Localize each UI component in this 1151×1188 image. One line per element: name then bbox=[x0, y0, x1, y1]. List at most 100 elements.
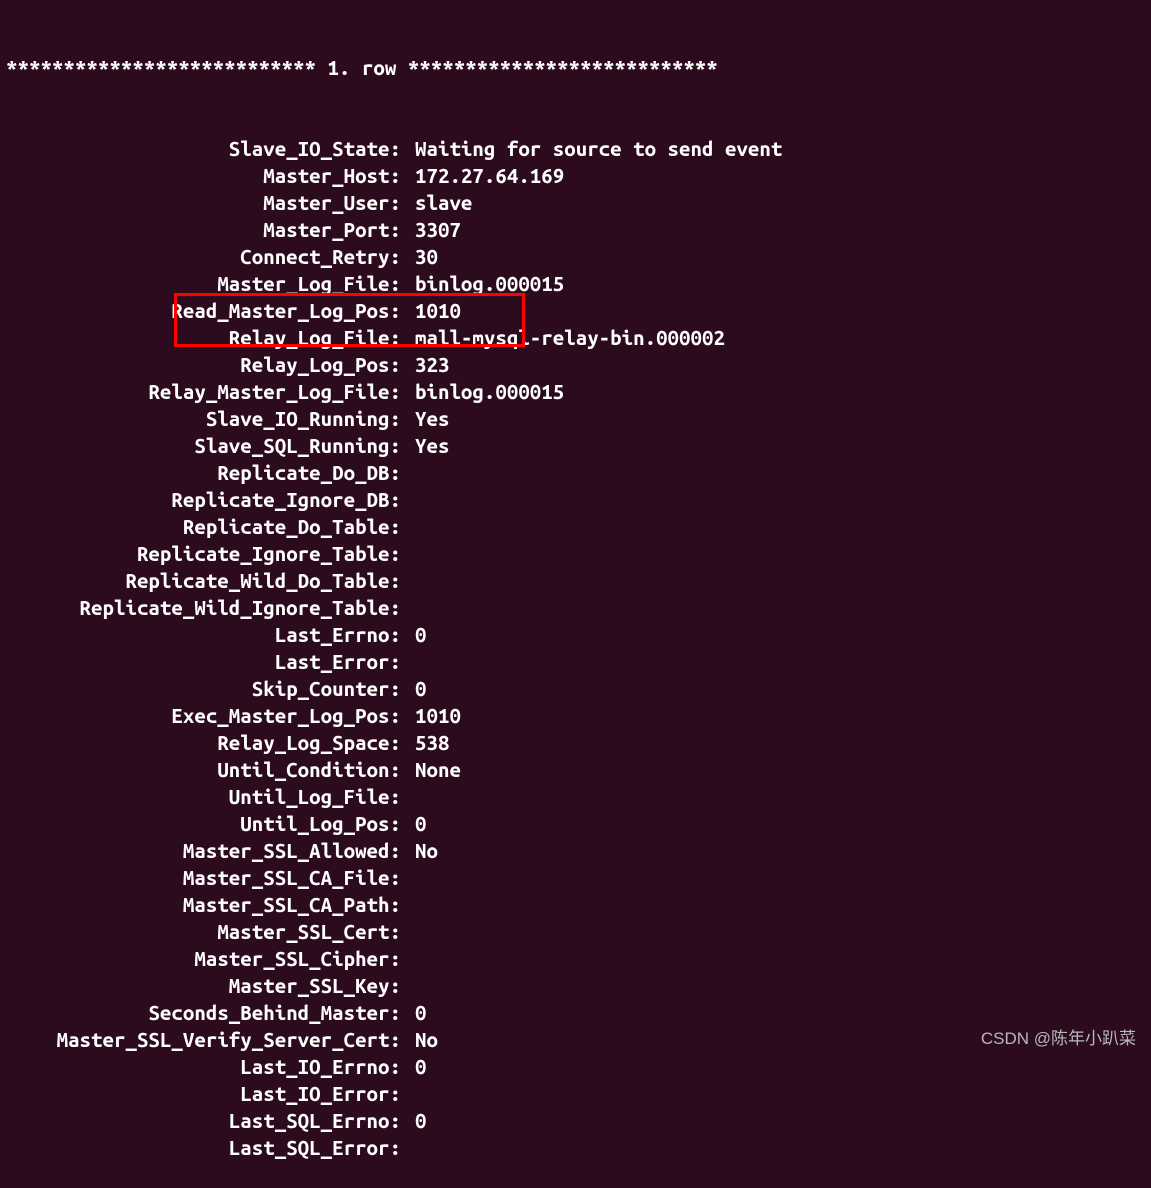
status-label: Replicate_Ignore_DB: bbox=[6, 486, 401, 513]
status-row: Relay_Log_Space:538 bbox=[6, 729, 1145, 756]
status-row: Master_SSL_Allowed:No bbox=[6, 837, 1145, 864]
status-row: Until_Condition:None bbox=[6, 756, 1145, 783]
status-label: Master_SSL_Allowed: bbox=[6, 837, 401, 864]
status-row: Exec_Master_Log_Pos:1010 bbox=[6, 702, 1145, 729]
status-label: Seconds_Behind_Master: bbox=[6, 999, 401, 1026]
status-row: Relay_Log_File:mall-mysql-relay-bin.0000… bbox=[6, 324, 1145, 351]
status-value: 0 bbox=[401, 999, 426, 1026]
status-label: Until_Condition: bbox=[6, 756, 401, 783]
status-row: Master_User:slave bbox=[6, 189, 1145, 216]
status-value: slave bbox=[401, 189, 472, 216]
status-label: Master_SSL_Cert: bbox=[6, 918, 401, 945]
status-label: Until_Log_Pos: bbox=[6, 810, 401, 837]
status-row: Master_SSL_CA_Path: bbox=[6, 891, 1145, 918]
status-label: Last_Error: bbox=[6, 648, 401, 675]
status-label: Connect_Retry: bbox=[6, 243, 401, 270]
status-label: Read_Master_Log_Pos: bbox=[6, 297, 401, 324]
status-label: Slave_IO_Running: bbox=[6, 405, 401, 432]
status-value: 1010 bbox=[401, 702, 461, 729]
status-value: Yes bbox=[401, 405, 449, 432]
status-value: mall-mysql-relay-bin.000002 bbox=[401, 324, 725, 351]
status-value: 323 bbox=[401, 351, 449, 378]
status-row: Last_Error: bbox=[6, 648, 1145, 675]
status-row: Until_Log_File: bbox=[6, 783, 1145, 810]
status-value: 0 bbox=[401, 1107, 426, 1134]
status-label: Master_SSL_Cipher: bbox=[6, 945, 401, 972]
status-label: Slave_IO_State: bbox=[6, 135, 401, 162]
status-row: Last_Errno:0 bbox=[6, 621, 1145, 648]
status-row: Replicate_Do_DB: bbox=[6, 459, 1145, 486]
status-label: Last_SQL_Errno: bbox=[6, 1107, 401, 1134]
status-label: Last_IO_Error: bbox=[6, 1080, 401, 1107]
status-rows: Slave_IO_State:Waiting for source to sen… bbox=[6, 135, 1145, 1161]
status-row: Last_SQL_Error: bbox=[6, 1134, 1145, 1161]
status-value: No bbox=[401, 837, 438, 864]
status-label: Slave_SQL_Running: bbox=[6, 432, 401, 459]
status-value: 538 bbox=[401, 729, 449, 756]
status-value: 0 bbox=[401, 621, 426, 648]
status-label: Master_SSL_Key: bbox=[6, 972, 401, 999]
status-row: Master_SSL_CA_File: bbox=[6, 864, 1145, 891]
status-label: Relay_Log_Pos: bbox=[6, 351, 401, 378]
status-label: Relay_Log_Space: bbox=[6, 729, 401, 756]
status-row: Seconds_Behind_Master:0 bbox=[6, 999, 1145, 1026]
status-value: No bbox=[401, 1026, 438, 1053]
status-value: 30 bbox=[401, 243, 438, 270]
status-row: Slave_IO_Running:Yes bbox=[6, 405, 1145, 432]
status-value: 1010 bbox=[401, 297, 461, 324]
row-header: *************************** 1. row *****… bbox=[6, 54, 1145, 81]
status-row: Master_Log_File:binlog.000015 bbox=[6, 270, 1145, 297]
status-label: Relay_Master_Log_File: bbox=[6, 378, 401, 405]
status-row: Slave_SQL_Running:Yes bbox=[6, 432, 1145, 459]
status-label: Master_SSL_CA_Path: bbox=[6, 891, 401, 918]
status-label: Master_Port: bbox=[6, 216, 401, 243]
status-label: Exec_Master_Log_Pos: bbox=[6, 702, 401, 729]
status-row: Until_Log_Pos:0 bbox=[6, 810, 1145, 837]
status-label: Replicate_Ignore_Table: bbox=[6, 540, 401, 567]
status-row: Relay_Log_Pos:323 bbox=[6, 351, 1145, 378]
status-label: Replicate_Do_DB: bbox=[6, 459, 401, 486]
status-value: None bbox=[401, 756, 461, 783]
status-label: Last_Errno: bbox=[6, 621, 401, 648]
status-label: Master_SSL_Verify_Server_Cert: bbox=[6, 1026, 401, 1053]
status-value: Yes bbox=[401, 432, 449, 459]
status-label: Skip_Counter: bbox=[6, 675, 401, 702]
status-row: Master_SSL_Cert: bbox=[6, 918, 1145, 945]
status-label: Master_User: bbox=[6, 189, 401, 216]
status-row: Read_Master_Log_Pos:1010 bbox=[6, 297, 1145, 324]
status-value: 0 bbox=[401, 675, 426, 702]
status-row: Master_SSL_Cipher: bbox=[6, 945, 1145, 972]
status-value: 0 bbox=[401, 810, 426, 837]
status-label: Relay_Log_File: bbox=[6, 324, 401, 351]
status-row: Master_Port:3307 bbox=[6, 216, 1145, 243]
status-label: Replicate_Wild_Do_Table: bbox=[6, 567, 401, 594]
status-label: Last_IO_Errno: bbox=[6, 1053, 401, 1080]
status-label: Replicate_Do_Table: bbox=[6, 513, 401, 540]
status-value: 0 bbox=[401, 1053, 426, 1080]
status-row: Skip_Counter:0 bbox=[6, 675, 1145, 702]
status-row: Last_IO_Errno:0 bbox=[6, 1053, 1145, 1080]
status-label: Last_SQL_Error: bbox=[6, 1134, 401, 1161]
status-value: 172.27.64.169 bbox=[401, 162, 564, 189]
status-row: Replicate_Ignore_DB: bbox=[6, 486, 1145, 513]
status-row: Relay_Master_Log_File:binlog.000015 bbox=[6, 378, 1145, 405]
watermark: CSDN @陈年小趴菜 bbox=[981, 1025, 1136, 1052]
status-row: Connect_Retry:30 bbox=[6, 243, 1145, 270]
status-row: Master_Host:172.27.64.169 bbox=[6, 162, 1145, 189]
status-label: Master_SSL_CA_File: bbox=[6, 864, 401, 891]
status-row: Replicate_Wild_Do_Table: bbox=[6, 567, 1145, 594]
status-label: Replicate_Wild_Ignore_Table: bbox=[6, 594, 401, 621]
status-value: binlog.000015 bbox=[401, 270, 564, 297]
status-row: Replicate_Wild_Ignore_Table: bbox=[6, 594, 1145, 621]
status-row: Master_SSL_Verify_Server_Cert:No bbox=[6, 1026, 1145, 1053]
status-value: binlog.000015 bbox=[401, 378, 564, 405]
status-row: Last_IO_Error: bbox=[6, 1080, 1145, 1107]
status-row: Replicate_Do_Table: bbox=[6, 513, 1145, 540]
status-row: Replicate_Ignore_Table: bbox=[6, 540, 1145, 567]
status-value: Waiting for source to send event bbox=[401, 135, 782, 162]
status-value: 3307 bbox=[401, 216, 461, 243]
status-label: Until_Log_File: bbox=[6, 783, 401, 810]
status-row: Last_SQL_Errno:0 bbox=[6, 1107, 1145, 1134]
terminal-output: *************************** 1. row *****… bbox=[0, 0, 1151, 1188]
status-row: Slave_IO_State:Waiting for source to sen… bbox=[6, 135, 1145, 162]
